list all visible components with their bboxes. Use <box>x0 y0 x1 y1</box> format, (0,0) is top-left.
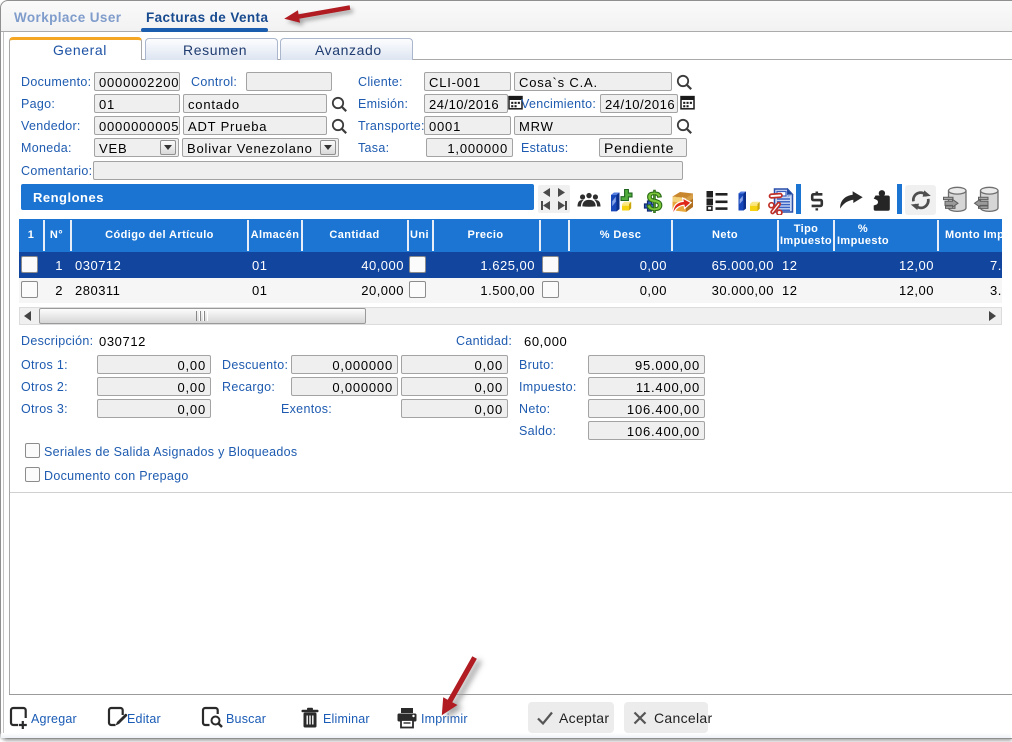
svg-text:$: $ <box>647 188 663 213</box>
